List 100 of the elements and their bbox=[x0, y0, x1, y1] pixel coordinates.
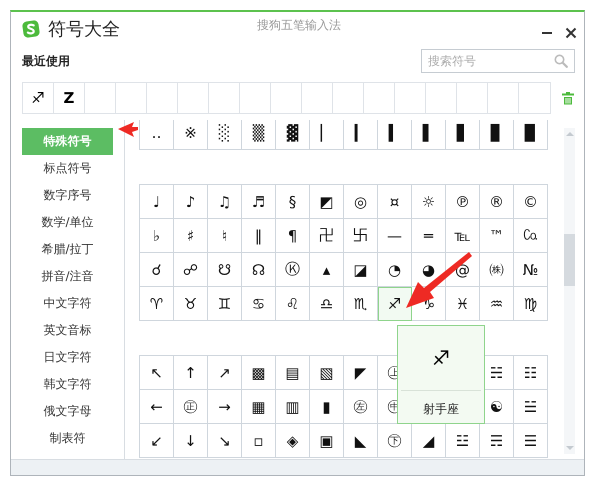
symbol-cell[interactable]: ◪ bbox=[344, 253, 378, 287]
trash-button[interactable] bbox=[561, 91, 575, 105]
symbol-cell[interactable]: ♩ bbox=[140, 185, 174, 219]
symbol-cell[interactable]: ㊦ bbox=[378, 424, 412, 458]
symbol-cell[interactable]: ↓ bbox=[174, 424, 208, 458]
symbol-cell[interactable]: ═ bbox=[412, 219, 446, 253]
symbol-cell[interactable]: ▮ bbox=[310, 390, 344, 424]
category-item[interactable]: 日文字符 bbox=[22, 344, 113, 371]
search-field[interactable]: 搜索符号 bbox=[421, 49, 575, 73]
symbol-cell[interactable]: ▴ bbox=[310, 253, 344, 287]
symbol-cell[interactable]: ‥ bbox=[140, 120, 174, 150]
symbol-cell[interactable]: ¤ bbox=[378, 185, 412, 219]
symbol-cell[interactable]: ☌ bbox=[140, 253, 174, 287]
symbol-cell[interactable]: ☰ bbox=[514, 424, 548, 458]
symbol-cell[interactable]: ◎ bbox=[344, 185, 378, 219]
symbol-cell[interactable]: ‖ bbox=[242, 219, 276, 253]
symbol-cell[interactable]: ♋ bbox=[242, 287, 276, 321]
symbol-cell[interactable]: ㊧ bbox=[344, 390, 378, 424]
category-item[interactable]: 英文音标 bbox=[22, 317, 113, 344]
symbol-cell[interactable]: ☴ bbox=[480, 424, 514, 458]
symbol-cell[interactable]: — bbox=[378, 219, 412, 253]
symbol-cell[interactable]: ® bbox=[480, 185, 514, 219]
symbol-cell[interactable]: ¶ bbox=[276, 219, 310, 253]
symbol-cell[interactable]: ↙ bbox=[140, 424, 174, 458]
symbol-cell[interactable]: ♉ bbox=[174, 287, 208, 321]
symbol-cell[interactable]: ◤ bbox=[344, 356, 378, 390]
symbol-cell[interactable]: ▓ bbox=[276, 120, 310, 150]
symbol-cell[interactable]: ▩ bbox=[242, 356, 276, 390]
symbol-cell[interactable]: ♫ bbox=[208, 185, 242, 219]
symbol-cell[interactable]: ▏ bbox=[310, 120, 344, 150]
symbol-cell[interactable]: ㊣ bbox=[174, 390, 208, 424]
scroll-up-icon[interactable] bbox=[564, 130, 574, 138]
symbol-cell[interactable]: ♬ bbox=[242, 185, 276, 219]
symbol-cell[interactable]: ♎ bbox=[310, 287, 344, 321]
category-item[interactable]: 俄文字母 bbox=[22, 398, 113, 425]
symbol-cell[interactable]: ㈱ bbox=[480, 253, 514, 287]
symbol-cell[interactable]: ▤ bbox=[276, 356, 310, 390]
close-button[interactable] bbox=[564, 26, 578, 40]
symbol-cell[interactable]: ℡ bbox=[446, 219, 480, 253]
symbol-cell[interactable]: ♒ bbox=[480, 287, 514, 321]
category-item[interactable]: 数学/单位 bbox=[22, 209, 113, 236]
symbol-cell[interactable]: ▉ bbox=[514, 120, 548, 150]
symbol-cell[interactable]: ◣ bbox=[344, 424, 378, 458]
symbol-cell[interactable]: ♐ bbox=[378, 287, 412, 321]
symbol-cell[interactable]: Ⓚ bbox=[276, 253, 310, 287]
symbol-cell[interactable]: ▧ bbox=[310, 356, 344, 390]
symbol-cell[interactable]: ◩ bbox=[310, 185, 344, 219]
symbol-cell[interactable]: ♌ bbox=[276, 287, 310, 321]
category-item[interactable]: 标点符号 bbox=[22, 155, 113, 182]
symbol-cell[interactable]: ↗ bbox=[208, 356, 242, 390]
symbol-cell[interactable]: ☷ bbox=[514, 356, 548, 390]
symbol-cell[interactable]: ♯ bbox=[174, 219, 208, 253]
symbol-cell[interactable]: ↑ bbox=[174, 356, 208, 390]
symbol-cell[interactable]: ▎ bbox=[344, 120, 378, 150]
category-item[interactable]: 希腊/拉丁 bbox=[22, 236, 113, 263]
symbol-cell[interactable]: № bbox=[514, 253, 548, 287]
category-item[interactable]: 中文字符 bbox=[22, 290, 113, 317]
symbol-cell[interactable]: ▦ bbox=[242, 390, 276, 424]
symbol-cell[interactable]: ☱ bbox=[514, 390, 548, 424]
symbol-cell[interactable]: ♭ bbox=[140, 219, 174, 253]
symbol-cell[interactable]: ▥ bbox=[276, 390, 310, 424]
symbol-cell[interactable]: → bbox=[208, 390, 242, 424]
symbol-cell[interactable]: © bbox=[514, 185, 548, 219]
symbol-cell[interactable]: ™ bbox=[480, 219, 514, 253]
symbol-cell[interactable]: ◔ bbox=[378, 253, 412, 287]
symbol-cell[interactable]: ♍ bbox=[514, 287, 548, 321]
symbol-cell[interactable]: ♪ bbox=[174, 185, 208, 219]
symbol-cell[interactable]: ▍ bbox=[378, 120, 412, 150]
symbol-cell[interactable]: ☍ bbox=[174, 253, 208, 287]
symbol-cell[interactable]: ♈ bbox=[140, 287, 174, 321]
symbol-cell[interactable]: ㏇ bbox=[514, 219, 548, 253]
symbol-cell[interactable]: ▌ bbox=[412, 120, 446, 150]
symbol-cell[interactable]: ↖ bbox=[140, 356, 174, 390]
symbol-cell[interactable]: ▒ bbox=[242, 120, 276, 150]
symbol-cell[interactable]: ▊ bbox=[480, 120, 514, 150]
category-item[interactable]: 制表符 bbox=[22, 425, 113, 452]
symbol-cell[interactable]: ↘ bbox=[208, 424, 242, 458]
symbol-cell[interactable]: ◈ bbox=[276, 424, 310, 458]
category-item[interactable]: 拼音/注音 bbox=[22, 263, 113, 290]
symbol-cell[interactable]: ◢ bbox=[412, 424, 446, 458]
symbol-cell[interactable]: ☳ bbox=[446, 424, 480, 458]
symbol-cell[interactable]: ☋ bbox=[208, 253, 242, 287]
symbol-cell[interactable]: ▋ bbox=[446, 120, 480, 150]
symbol-cell[interactable]: 卐 bbox=[344, 219, 378, 253]
symbol-cell[interactable]: § bbox=[276, 185, 310, 219]
symbol-cell[interactable]: ※ bbox=[174, 120, 208, 150]
scroll-down-icon[interactable] bbox=[564, 444, 574, 452]
symbol-cell[interactable]: ░ bbox=[208, 120, 242, 150]
symbol-cell[interactable]: ℗ bbox=[446, 185, 480, 219]
symbol-cell[interactable]: ☼ bbox=[412, 185, 446, 219]
symbol-cell[interactable]: ♮ bbox=[208, 219, 242, 253]
symbol-cell[interactable]: ▫ bbox=[242, 424, 276, 458]
category-item[interactable]: 数字序号 bbox=[22, 182, 113, 209]
symbol-cell[interactable]: ♊ bbox=[208, 287, 242, 321]
symbol-cell[interactable]: ← bbox=[140, 390, 174, 424]
scroll-thumb[interactable] bbox=[564, 234, 575, 286]
symbol-cell[interactable]: ▣ bbox=[310, 424, 344, 458]
symbol-cell[interactable]: ☊ bbox=[242, 253, 276, 287]
category-item[interactable]: 韩文字符 bbox=[22, 371, 113, 398]
symbol-cell[interactable]: 卍 bbox=[310, 219, 344, 253]
